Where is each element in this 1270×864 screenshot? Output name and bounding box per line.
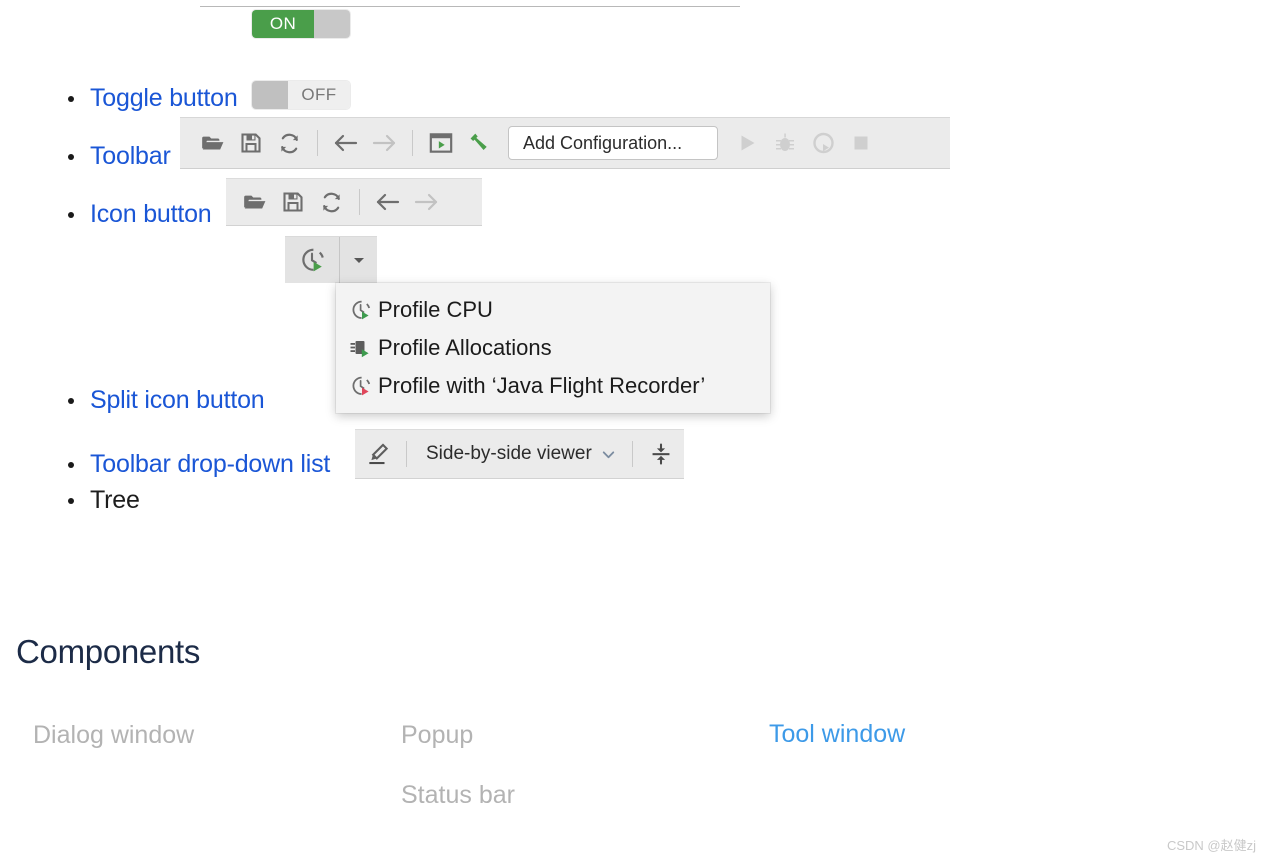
bullet-icon (68, 397, 74, 404)
chevron-down-icon[interactable] (340, 237, 377, 283)
list-item-label[interactable]: Toggle button (90, 84, 238, 113)
open-folder-icon[interactable] (194, 124, 232, 162)
profile-clock-run-icon[interactable] (285, 237, 339, 283)
save-icon[interactable] (274, 183, 312, 221)
list-item-toolbar-dropdown-list[interactable]: Toolbar drop-down list (68, 450, 330, 479)
popup-menu: Profile CPU Profile Allocations Profile … (336, 283, 770, 413)
stop-icon (842, 124, 880, 162)
toolbar-separator (412, 130, 413, 156)
list-item-label[interactable]: Icon button (90, 200, 212, 229)
list-item-icon-button[interactable]: Icon button (68, 200, 212, 229)
viewer-mode-select[interactable]: Side-by-side viewer (416, 443, 623, 465)
viewer-mode-value: Side-by-side viewer (426, 443, 592, 464)
menu-item-profile-jfr[interactable]: Profile with ‘Java Flight Recorder’ (336, 367, 770, 405)
menu-item-label: Profile Allocations (378, 335, 552, 360)
forward-arrow-icon (365, 124, 403, 162)
toolbar-dropdown-list: Side-by-side viewer (355, 429, 684, 479)
toolbar-separator (406, 441, 407, 467)
menu-item-profile-allocations[interactable]: Profile Allocations (336, 329, 770, 367)
add-configuration-field[interactable]: Add Configuration... (508, 126, 718, 160)
menu-item-label: Profile with ‘Java Flight Recorder’ (378, 373, 706, 398)
list-item-label[interactable]: Toolbar (90, 142, 171, 171)
component-status-bar[interactable]: Status bar (401, 781, 515, 810)
profile-allocations-green-icon (344, 336, 378, 360)
pencil-icon[interactable] (359, 435, 397, 473)
split-icon-button[interactable] (285, 236, 377, 283)
panel-divider (200, 6, 740, 7)
toolbar-separator (631, 441, 633, 467)
list-item-label[interactable]: Toolbar drop-down list (90, 450, 330, 479)
menu-item-label: Profile CPU (378, 297, 493, 322)
open-folder-icon[interactable] (236, 183, 274, 221)
build-hammer-icon[interactable] (460, 124, 498, 162)
run-icon (728, 124, 766, 162)
bullet-icon (68, 211, 74, 218)
chevron-down-icon[interactable] (600, 446, 617, 463)
toggle-button-on[interactable]: ON (252, 10, 350, 38)
add-configuration-value: Add Configuration... (523, 132, 683, 153)
sync-icon[interactable] (312, 183, 350, 221)
bullet-icon (68, 95, 74, 102)
toggle-on-knob[interactable] (314, 10, 350, 38)
list-item-toggle-button[interactable]: Toggle button (68, 84, 238, 113)
icon-button-toolbar (226, 178, 482, 226)
toolbar: Add Configuration... (180, 117, 950, 169)
profile-icon (804, 124, 842, 162)
bullet-icon (68, 461, 74, 468)
page-title: Components (16, 633, 201, 670)
toolbar-separator (359, 189, 360, 215)
component-tool-window[interactable]: Tool window (769, 720, 905, 749)
toggle-button-off[interactable]: OFF (252, 81, 350, 114)
toggle-off-knob[interactable] (252, 81, 288, 109)
toolbar-separator (317, 130, 318, 156)
menu-item-profile-cpu[interactable]: Profile CPU (336, 291, 770, 329)
list-item-label[interactable]: Split icon button (90, 386, 265, 415)
list-item-toolbar[interactable]: Toolbar (68, 142, 171, 171)
save-icon[interactable] (232, 124, 270, 162)
profile-clock-red-icon (344, 374, 378, 398)
list-item-tree: Tree (68, 486, 140, 515)
debug-bug-icon (766, 124, 804, 162)
component-dialog-window[interactable]: Dialog window (33, 721, 194, 750)
collapse-lines-icon[interactable] (642, 435, 680, 473)
toggle-off-label: OFF (288, 81, 350, 109)
watermark: CSDN @赵健zj (1166, 838, 1256, 853)
sync-icon[interactable] (270, 124, 308, 162)
profile-clock-green-icon (344, 298, 378, 322)
list-item-split-icon-button[interactable]: Split icon button (68, 386, 265, 415)
bullet-icon (68, 153, 74, 160)
component-popup[interactable]: Popup (401, 721, 473, 750)
back-arrow-icon[interactable] (327, 124, 365, 162)
forward-arrow-icon (407, 183, 445, 221)
bullet-icon (68, 497, 74, 504)
run-window-icon[interactable] (422, 124, 460, 162)
list-item-label: Tree (90, 486, 140, 514)
toggle-on-label: ON (252, 10, 314, 38)
back-arrow-icon[interactable] (369, 183, 407, 221)
